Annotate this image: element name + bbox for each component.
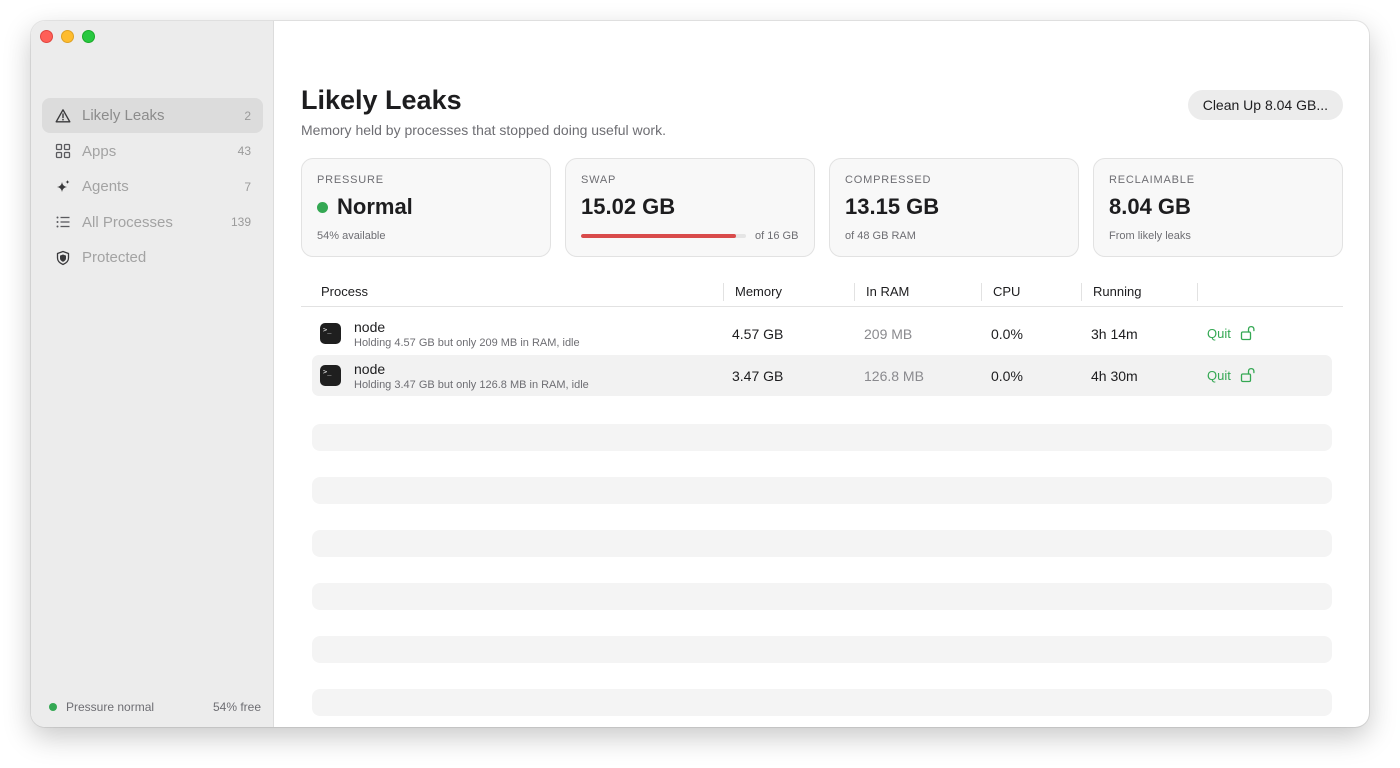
warning-triangle-icon bbox=[54, 107, 72, 125]
memory-value: 4.57 GB bbox=[732, 326, 784, 342]
sidebar-item-label: Likely Leaks bbox=[82, 107, 165, 124]
swap-card: SWAP 15.02 GB of 16 GB bbox=[565, 158, 815, 257]
running-value: 4h 30m bbox=[1091, 368, 1138, 384]
cpu-value: 0.0% bbox=[991, 368, 1023, 384]
table-header: Process Memory In RAM CPU Running bbox=[301, 279, 1343, 307]
sidebar-item-all-processes[interactable]: All Processes 139 bbox=[42, 205, 263, 240]
card-subtext: of 48 GB RAM bbox=[845, 230, 916, 242]
process-description: Holding 4.57 GB but only 209 MB in RAM, … bbox=[354, 337, 580, 349]
process-table: Process Memory In RAM CPU Running >_ nod… bbox=[301, 279, 1343, 396]
sidebar-item-count: 7 bbox=[244, 179, 251, 194]
sidebar-item-protected[interactable]: Protected bbox=[42, 240, 263, 275]
minimize-window-button[interactable] bbox=[61, 30, 74, 43]
table-row[interactable]: >_ node Holding 4.57 GB but only 209 MB … bbox=[312, 313, 1332, 354]
reclaimable-value: 8.04 GB bbox=[1109, 194, 1191, 219]
sidebar-item-label: All Processes bbox=[82, 213, 173, 231]
unlock-icon[interactable] bbox=[1240, 325, 1256, 341]
sidebar-item-count: 2 bbox=[244, 108, 251, 123]
compressed-value: 13.15 GB bbox=[845, 194, 940, 219]
placeholder-row bbox=[312, 636, 1332, 663]
column-header-cpu[interactable]: CPU bbox=[993, 284, 1020, 299]
process-name: node bbox=[354, 361, 386, 377]
process-name: node bbox=[354, 319, 386, 335]
placeholder-row bbox=[312, 530, 1332, 557]
unlock-icon[interactable] bbox=[1240, 367, 1256, 383]
grid-icon bbox=[54, 142, 72, 160]
swap-usage: of 16 GB bbox=[581, 230, 799, 242]
column-header-memory[interactable]: Memory bbox=[735, 284, 782, 299]
card-label: SWAP bbox=[581, 174, 617, 186]
sidebar-item-label: Apps bbox=[82, 142, 117, 160]
shield-icon bbox=[54, 249, 72, 267]
sidebar-nav: Likely Leaks 2 Apps 43 Agents 7 All Proc… bbox=[42, 98, 263, 276]
sidebar-item-count: 139 bbox=[230, 215, 251, 229]
window-controls bbox=[40, 30, 95, 43]
process-description: Holding 3.47 GB but only 126.8 MB in RAM… bbox=[354, 379, 589, 391]
placeholder-row bbox=[312, 477, 1332, 504]
card-subtext: 54% available bbox=[317, 230, 386, 242]
main-content: Likely Leaks Memory held by processes th… bbox=[274, 21, 1369, 727]
sidebar-item-agents[interactable]: Agents 7 bbox=[42, 169, 263, 204]
sidebar-item-label: Protected bbox=[82, 249, 147, 266]
card-label: PRESSURE bbox=[317, 174, 384, 186]
sidebar: Likely Leaks 2 Apps 43 Agents 7 All Proc… bbox=[31, 21, 274, 727]
running-value: 3h 14m bbox=[1091, 326, 1138, 342]
quit-button[interactable]: Quit bbox=[1207, 368, 1231, 383]
pressure-card: PRESSURE Normal 54% available bbox=[301, 158, 551, 257]
terminal-icon: >_ bbox=[320, 365, 341, 386]
reclaimable-card: RECLAIMABLE 8.04 GB From likely leaks bbox=[1093, 158, 1343, 257]
in-ram-value: 126.8 MB bbox=[864, 368, 924, 384]
column-divider bbox=[1197, 283, 1198, 301]
app-window: Likely Leaks 2 Apps 43 Agents 7 All Proc… bbox=[31, 21, 1369, 727]
pressure-value: Normal bbox=[337, 194, 413, 219]
in-ram-value: 209 MB bbox=[864, 326, 913, 342]
clean-up-button[interactable]: Clean Up 8.04 GB... bbox=[1187, 90, 1343, 120]
table-row[interactable]: >_ node Holding 3.47 GB but only 126.8 M… bbox=[312, 355, 1332, 396]
status-dot-icon bbox=[317, 201, 328, 213]
close-window-button[interactable] bbox=[40, 30, 53, 43]
placeholder-row bbox=[312, 689, 1332, 716]
page-title: Likely Leaks bbox=[301, 85, 462, 115]
zoom-window-button[interactable] bbox=[82, 30, 95, 43]
cpu-value: 0.0% bbox=[991, 326, 1023, 342]
pressure-status: Pressure normal bbox=[66, 700, 155, 714]
sidebar-footer: Pressure normal 54% free bbox=[49, 700, 261, 714]
column-header-process[interactable]: Process bbox=[321, 284, 368, 299]
memory-free: 54% free bbox=[212, 700, 261, 714]
card-label: RECLAIMABLE bbox=[1109, 174, 1195, 186]
card-subtext: From likely leaks bbox=[1109, 230, 1191, 242]
swap-total: of 16 GB bbox=[755, 230, 799, 242]
column-divider bbox=[1081, 283, 1082, 301]
column-header-in-ram[interactable]: In RAM bbox=[866, 284, 909, 299]
compressed-card: COMPRESSED 13.15 GB of 48 GB RAM bbox=[829, 158, 1079, 257]
placeholder-row bbox=[312, 424, 1332, 451]
card-label: COMPRESSED bbox=[845, 174, 932, 186]
column-divider bbox=[854, 283, 855, 301]
column-header-running[interactable]: Running bbox=[1093, 284, 1141, 299]
terminal-icon: >_ bbox=[320, 323, 341, 344]
list-icon bbox=[54, 213, 72, 231]
memory-value: 3.47 GB bbox=[732, 368, 784, 384]
quit-button[interactable]: Quit bbox=[1207, 326, 1231, 341]
swap-value: 15.02 GB bbox=[581, 194, 676, 219]
status-dot-icon bbox=[49, 703, 57, 711]
sparkle-icon bbox=[54, 178, 72, 196]
sidebar-item-apps[interactable]: Apps 43 bbox=[42, 134, 263, 169]
page-subtitle: Memory held by processes that stopped do… bbox=[301, 122, 666, 138]
sidebar-item-likely-leaks[interactable]: Likely Leaks 2 bbox=[42, 98, 263, 133]
placeholder-row bbox=[312, 583, 1332, 610]
sidebar-item-count: 43 bbox=[237, 144, 251, 158]
column-divider bbox=[723, 283, 724, 301]
stat-cards: PRESSURE Normal 54% available SWAP 15.02… bbox=[301, 158, 1343, 257]
sidebar-item-label: Agents bbox=[82, 178, 129, 195]
swap-bar bbox=[581, 234, 746, 238]
card-value: Normal bbox=[317, 194, 535, 220]
swap-bar-fill bbox=[581, 234, 737, 238]
column-divider bbox=[981, 283, 982, 301]
